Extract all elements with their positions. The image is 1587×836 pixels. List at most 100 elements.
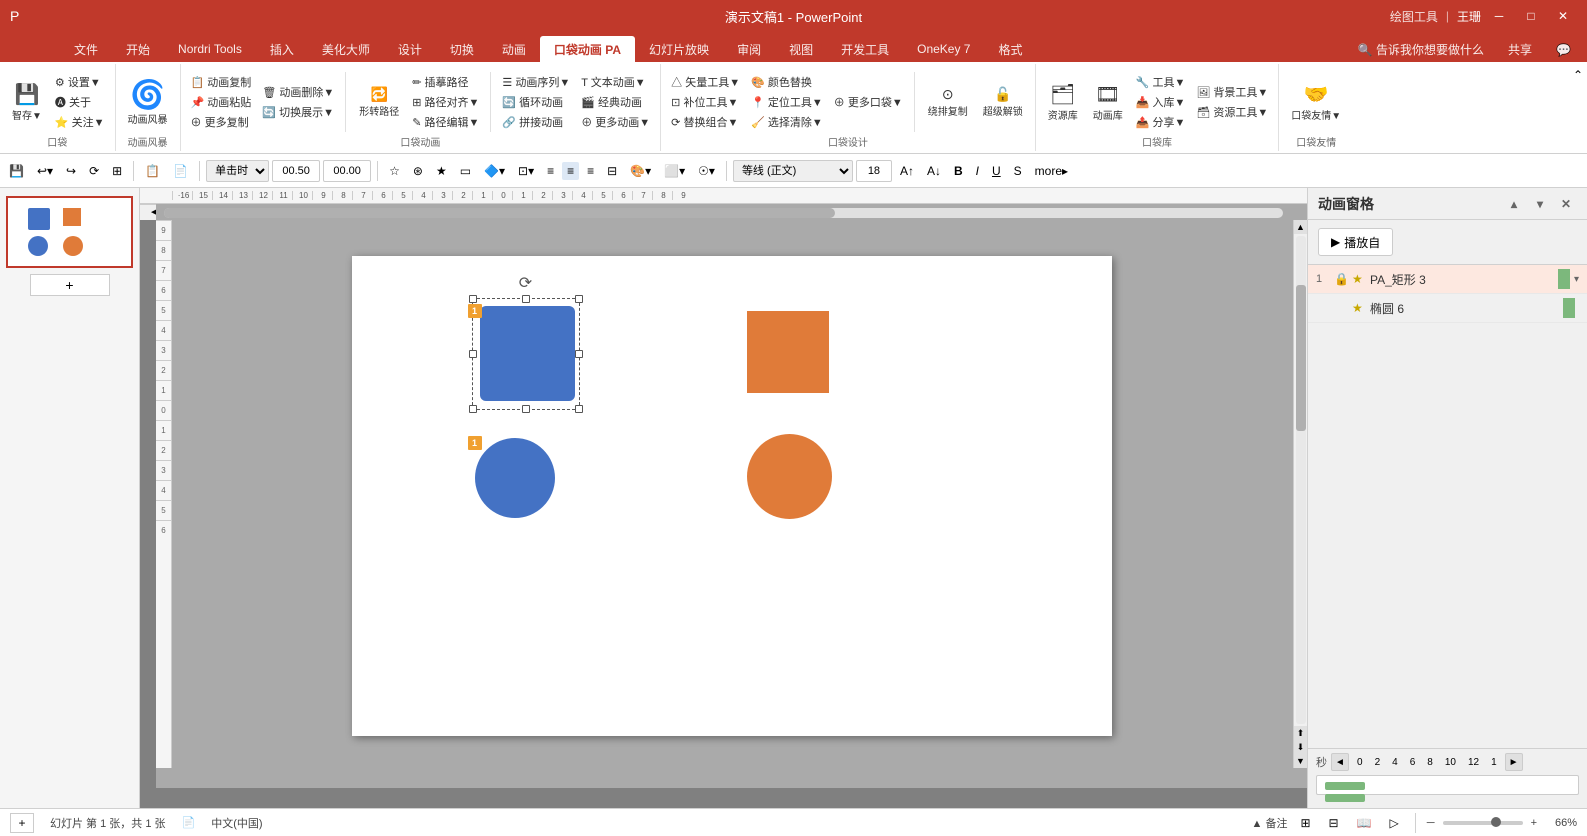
btn-locate-tool[interactable]: 📍 定位工具▼ [747,93,827,111]
timeline-nav-right[interactable]: ► [1505,753,1523,771]
btn-anim-sequence[interactable]: ☰ 动画序列▼ [498,73,574,91]
maximize-button[interactable]: □ [1517,6,1545,26]
btn-animation-storm[interactable]: 🌀 动画风暴 [122,66,174,138]
paste-format-btn[interactable]: 📄 [168,162,193,180]
italic-btn[interactable]: I [971,162,984,180]
font-size-up-btn[interactable]: A↑ [895,162,919,180]
tab-view[interactable]: 视图 [775,36,827,62]
zoom-in-icon[interactable]: + [1531,817,1537,829]
bold-btn[interactable]: B [949,162,968,180]
handle-tm[interactable] [522,295,530,303]
view-read-btn[interactable]: 📖 [1352,814,1377,832]
tab-animation[interactable]: 动画 [488,36,540,62]
panel-scroll-down-btn[interactable]: ▾ [1529,193,1551,215]
handle-bl[interactable] [469,405,477,413]
shape-btn[interactable]: ★ [431,162,452,180]
handle-bm[interactable] [522,405,530,413]
btn-anim-paste[interactable]: 📌 动画粘贴 [187,93,256,111]
tab-insert[interactable]: 插入 [256,36,308,62]
text-box-btn[interactable]: ▭ [455,162,476,180]
tab-onekey[interactable]: OneKey 7 [903,36,984,62]
ribbon-collapse-btn[interactable]: ⌃ [1569,64,1587,151]
btn-save-smart[interactable]: 💾 智存▼ [6,66,48,138]
align-center-btn[interactable]: ≡ [562,162,579,180]
tab-beautify[interactable]: 美化大师 [308,36,384,62]
color-fill-btn[interactable]: 🎨▾ [625,162,656,180]
btn-splice-anim[interactable]: 🔗 拼接动画 [498,113,574,131]
zoom-out-icon[interactable]: ─ [1427,817,1435,829]
save-btn[interactable]: 💾 [4,162,29,180]
vscroll-track[interactable] [1296,236,1306,724]
add-slide-status-btn[interactable]: + [10,813,34,833]
search-label[interactable]: 🔍 告诉我你想要做什么 [1350,37,1492,62]
btn-path-edit[interactable]: ✎ 路径编辑▼ [408,113,483,131]
btn-pocket-friend[interactable]: 🤝 口袋友情▼ [1285,66,1347,138]
hscroll-track[interactable] [164,208,1283,218]
btn-more-anim[interactable]: ⊕ 更多动画▼ [577,113,654,131]
star-btn[interactable]: ☆ [384,162,405,180]
slide-thumbnail-1[interactable] [6,196,133,268]
backup-label[interactable]: ▲ 备注 [1252,815,1288,831]
align-left-btn[interactable]: ≡ [542,162,559,180]
btn-classic-anim[interactable]: 🎬 经典动画 [577,93,654,111]
btn-shape-to-path[interactable]: 🔁 形转路径 [353,66,405,138]
delay-input[interactable] [272,160,320,182]
timeline-bar[interactable] [1316,775,1579,795]
btn-tool[interactable]: 🔧 工具▼ [1132,73,1190,91]
btn-about[interactable]: 🅐 关于 [51,93,109,111]
shape-blue-circle[interactable] [475,438,555,518]
btn-resource-library[interactable]: 🗂 资源库 [1042,66,1084,138]
zoom-thumb[interactable] [1491,817,1501,827]
slide-canvas[interactable]: 9 8 7 6 5 4 3 2 1 0 1 2 3 4 5 6 [156,204,1307,788]
comment-icon[interactable]: 💬 [1548,39,1579,61]
duration-input[interactable] [323,160,371,182]
tab-design[interactable]: 设计 [384,36,436,62]
panel-scroll-up-btn[interactable]: ▴ [1503,193,1525,215]
add-slide-btn[interactable]: + [30,274,110,296]
redo-btn[interactable]: ↪ [61,162,81,180]
btn-bg-tool[interactable]: 🖼 背景工具▼ [1192,83,1272,101]
handle-mr[interactable] [575,350,583,358]
btn-animation-library[interactable]: 🎞 动画库 [1087,66,1129,138]
anim-item-1[interactable]: 1 🔒 ★ PA_矩形 3 ▾ [1308,265,1587,294]
btn-insert-path[interactable]: ✏ 插摹路径 [408,73,483,91]
btn-fill-tool[interactable]: ⊡ 补位工具▼ [667,93,744,111]
btn-vector-tool[interactable]: △ 矢量工具▼ [667,73,744,91]
share-label[interactable]: 共享 [1500,37,1540,62]
btn-settings[interactable]: ⚙ 设置▼ [51,73,109,91]
align-right-btn[interactable]: ≡ [582,162,599,180]
effect-btn[interactable]: ⊛ [408,162,428,180]
btn-anim-delete[interactable]: 🗑 动画删除▼ [258,83,338,101]
tab-slideshow[interactable]: 幻灯片放映 [635,36,723,62]
handle-tl[interactable] [469,295,477,303]
btn-share-library[interactable]: 📤 分享▼ [1132,113,1190,131]
view-normal-btn[interactable]: ⊞ [1295,814,1315,832]
btn-add-to-library[interactable]: 📥 入库▼ [1132,93,1190,111]
shape-orange-rect[interactable] [747,311,829,393]
btn-loop-anim[interactable]: 🔄 循环动画 [498,93,574,111]
btn-transition-show[interactable]: 🔄 切换展示▼ [258,103,338,121]
anim-dropdown-1[interactable]: ▾ [1574,274,1579,285]
shapes-btn[interactable]: 🔷▾ [479,162,510,180]
play-from-btn[interactable]: ▶ 播放自 [1318,228,1393,256]
font-size-down-btn[interactable]: A↓ [922,162,946,180]
underline-btn[interactable]: U [987,162,1006,180]
font-size-input[interactable] [856,160,892,182]
effect2-btn[interactable]: ☉▾ [693,162,720,180]
btn-select-clear[interactable]: 🧹 选择清除▼ [747,113,827,131]
tab-file[interactable]: 文件 [60,36,112,62]
undo-btn[interactable]: ↩▾ [32,162,58,180]
hscroll-thumb[interactable] [164,208,836,218]
tab-nordri[interactable]: Nordri Tools [164,36,256,62]
vscroll-page-up-btn[interactable]: ⬆ [1294,726,1308,740]
btn-path-align[interactable]: ⊞ 路径对齐▼ [408,93,483,111]
btn-replace-combine[interactable]: ⟳ 替换组合▼ [667,113,744,131]
vscroll-down-btn[interactable]: ▼ [1294,754,1308,768]
slide-content[interactable]: ⟳ 1 1 [352,256,1112,736]
minimize-button[interactable]: ─ [1485,6,1513,26]
btn-resource-tool[interactable]: 🗃 资源工具▼ [1192,103,1272,121]
view-presentation-btn[interactable]: ▷ [1385,814,1404,832]
copy-format-btn[interactable]: 📋 [140,162,165,180]
panel-close-btn[interactable]: ✕ [1555,193,1577,215]
tab-review[interactable]: 审阅 [723,36,775,62]
